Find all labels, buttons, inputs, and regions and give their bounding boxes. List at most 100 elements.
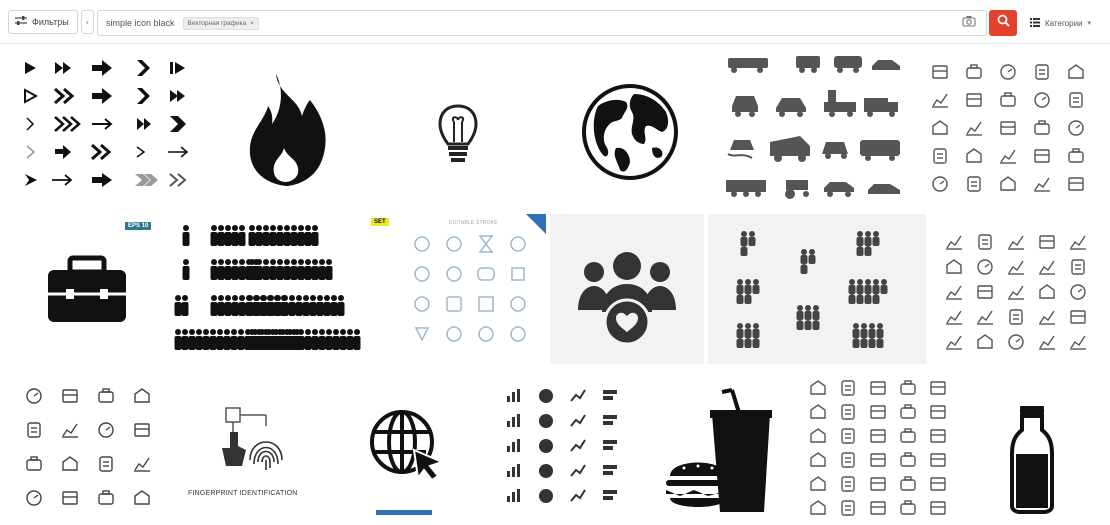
person-icon (276, 225, 284, 246)
thumbnail-icon (1039, 284, 1055, 299)
thumbnail-icon (134, 490, 150, 505)
burger-drink-icon (666, 388, 772, 512)
globe-icon (582, 84, 678, 180)
thumbnail-icon (98, 388, 114, 403)
person-icon (210, 295, 218, 316)
thumbnail-icon (930, 429, 946, 443)
group-icon (800, 249, 816, 274)
search-input[interactable]: simple icon black Векторная графика × (97, 10, 987, 36)
web-cursor-icon (370, 410, 445, 515)
chart-icon-grid (946, 234, 1086, 350)
thumbnail-icon (870, 501, 886, 515)
thumbnail-icon (1000, 92, 1016, 107)
thumbnail-icon (603, 440, 617, 450)
group-icon (736, 279, 760, 304)
person-icon (276, 259, 284, 280)
result-tile-flame[interactable] (206, 46, 372, 208)
thumbnail-icon (946, 335, 962, 350)
person-icon (297, 225, 305, 246)
search-query-text: simple icon black (106, 18, 175, 28)
thumbnail-icon (932, 65, 948, 79)
thumbnail-icon (930, 405, 946, 419)
person-icon (283, 259, 291, 280)
bottle-icon (1010, 406, 1054, 514)
result-tile-people-crowd[interactable]: SET (166, 214, 390, 364)
result-tile-briefcase[interactable]: EPS 10 (10, 214, 162, 364)
result-tile-globe[interactable] (546, 46, 712, 208)
groups-icon-set (736, 231, 888, 348)
result-tile-time-icons[interactable]: EDITABLE STROKE (394, 214, 546, 364)
thumbnail-icon (966, 148, 982, 163)
person-icon (238, 225, 246, 246)
result-tile-fastfood[interactable] (644, 370, 796, 525)
filter-chip-label: Векторная графика (187, 19, 247, 27)
thumbnail-icon (99, 456, 113, 472)
thumbnail-icon (1008, 235, 1024, 250)
result-tile-chart-icons[interactable] (930, 214, 1106, 364)
thumbnail-icon (1008, 334, 1024, 350)
categories-dropdown[interactable]: Категории ▾ (1030, 10, 1106, 36)
person-icon (181, 295, 189, 316)
thumbnail-icon (1000, 64, 1016, 80)
thumbnail-icon (810, 380, 826, 395)
person-icon (262, 225, 270, 246)
person-icon (209, 329, 217, 350)
search-button[interactable] (989, 10, 1017, 36)
list-icon (1030, 17, 1040, 29)
result-tile-web-globe[interactable] (330, 370, 484, 525)
result-tile-arrows[interactable] (10, 46, 202, 208)
thumbnail-icon (1068, 64, 1084, 79)
thumbnail-icon (900, 428, 916, 443)
thumbnail-icon (932, 120, 948, 135)
filter-chip[interactable]: Векторная графика × (182, 16, 260, 30)
person-icon (231, 225, 239, 246)
camera-icon (962, 14, 976, 32)
filters-button[interactable]: Фильтры (8, 10, 78, 34)
person-icon (248, 259, 256, 280)
person-icon (353, 329, 361, 350)
thumbnail-icon (98, 422, 114, 438)
result-tile-fingerprint[interactable]: FINGERPRINT IDENTIFICATION (170, 370, 326, 525)
search-icon (997, 14, 1010, 32)
person-icon (217, 259, 225, 280)
briefcase-icon (48, 255, 126, 322)
result-tile-bottle[interactable] (960, 370, 1106, 525)
thumbnail-icon (1068, 148, 1084, 163)
person-icon (255, 225, 263, 246)
person-icon (188, 329, 196, 350)
result-tile-design-icons[interactable] (10, 370, 166, 525)
thumbnail-icon (1068, 177, 1084, 191)
editable-stroke-label: EDITABLE STROKE (449, 220, 498, 226)
chip-close-icon[interactable]: × (250, 20, 254, 27)
result-tile-community[interactable] (550, 214, 704, 364)
thumbnail-icon (570, 489, 586, 502)
person-icon (181, 329, 189, 350)
design-icon-grid (26, 388, 150, 506)
result-tile-vehicles[interactable] (716, 46, 906, 208)
result-tile-groups[interactable] (708, 214, 926, 364)
person-icon (283, 329, 291, 350)
thumbnail-icon (62, 491, 78, 505)
person-icon (269, 225, 277, 246)
result-tile-buildings[interactable] (800, 370, 956, 525)
person-icon (290, 329, 298, 350)
thumbnail-icon (810, 404, 826, 419)
result-tile-business-icons[interactable] (488, 370, 640, 525)
result-tile-outline-icons[interactable] (910, 46, 1106, 208)
thumbnail-icon (62, 389, 78, 403)
search-by-image-button[interactable] (958, 12, 980, 34)
thumbnail-icon (900, 500, 916, 515)
result-tile-lightbulb[interactable] (376, 46, 542, 208)
thumbnail-icon (539, 389, 553, 403)
person-icon (202, 329, 210, 350)
person-icon (262, 329, 270, 350)
person-icon (238, 259, 246, 280)
person-icon (325, 329, 333, 350)
person-icon (260, 295, 268, 316)
person-icon (309, 295, 317, 316)
group-icon (740, 231, 756, 256)
person-icon (269, 259, 277, 280)
person-icon (217, 295, 225, 316)
thumbnail-icon (977, 285, 993, 299)
collapse-filters-button[interactable]: ‹ (81, 10, 94, 34)
